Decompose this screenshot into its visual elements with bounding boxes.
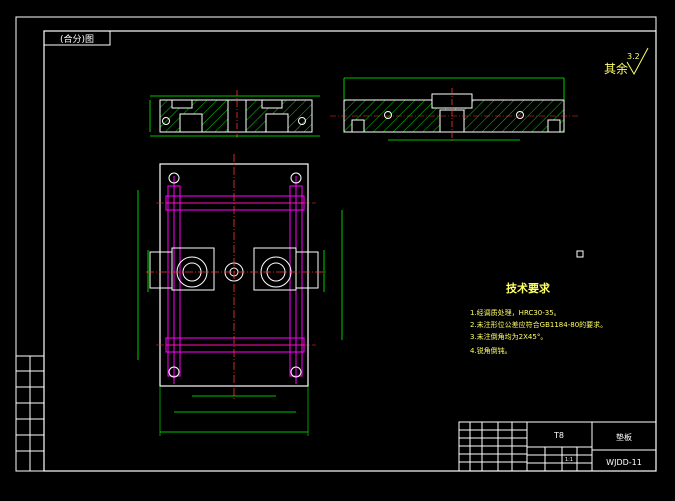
left-strip (15, 355, 45, 472)
outer-frame (15, 16, 657, 472)
note-3: 3.未注倒角均为2X45°。 (470, 332, 547, 341)
top-stamp-text: (合分)图 (60, 33, 94, 45)
drawing-canvas: (合分)图 其余 3.2 技术要求 1.经调质处理，HRC30-35。 2.未注… (15, 16, 657, 472)
surface-finish-mark: 其余 3.2 (604, 47, 649, 76)
title-part-name: 垫板 (616, 432, 632, 442)
note-1: 1.经调质处理，HRC30-35。 (470, 308, 561, 317)
top-stamp: (合分)图 (43, 30, 111, 46)
front-view (149, 90, 320, 138)
technical-notes: 技术要求 1.经调质处理，HRC30-35。 2.未注形位公差应符合GB1184… (470, 281, 607, 355)
side-view (330, 77, 580, 142)
title-drawing-number: WJDD-11 (606, 458, 642, 467)
cad-drawing-sheet: (合分)图 其余 3.2 技术要求 1.经调质处理，HRC30-35。 2.未注… (0, 0, 675, 501)
title-material: T8 (553, 431, 564, 440)
view-marker (576, 250, 584, 258)
note-2: 2.未注形位公差应符合GB1184-80的要求。 (470, 320, 607, 329)
plan-view (137, 154, 343, 436)
note-4: 4.锐角倒钝。 (470, 346, 512, 355)
notes-title: 技术要求 (506, 281, 551, 295)
surface-finish-prefix: 其余 (604, 61, 628, 76)
title-scale: 1:1 (565, 457, 573, 463)
surface-finish-value: 3.2 (627, 52, 640, 61)
